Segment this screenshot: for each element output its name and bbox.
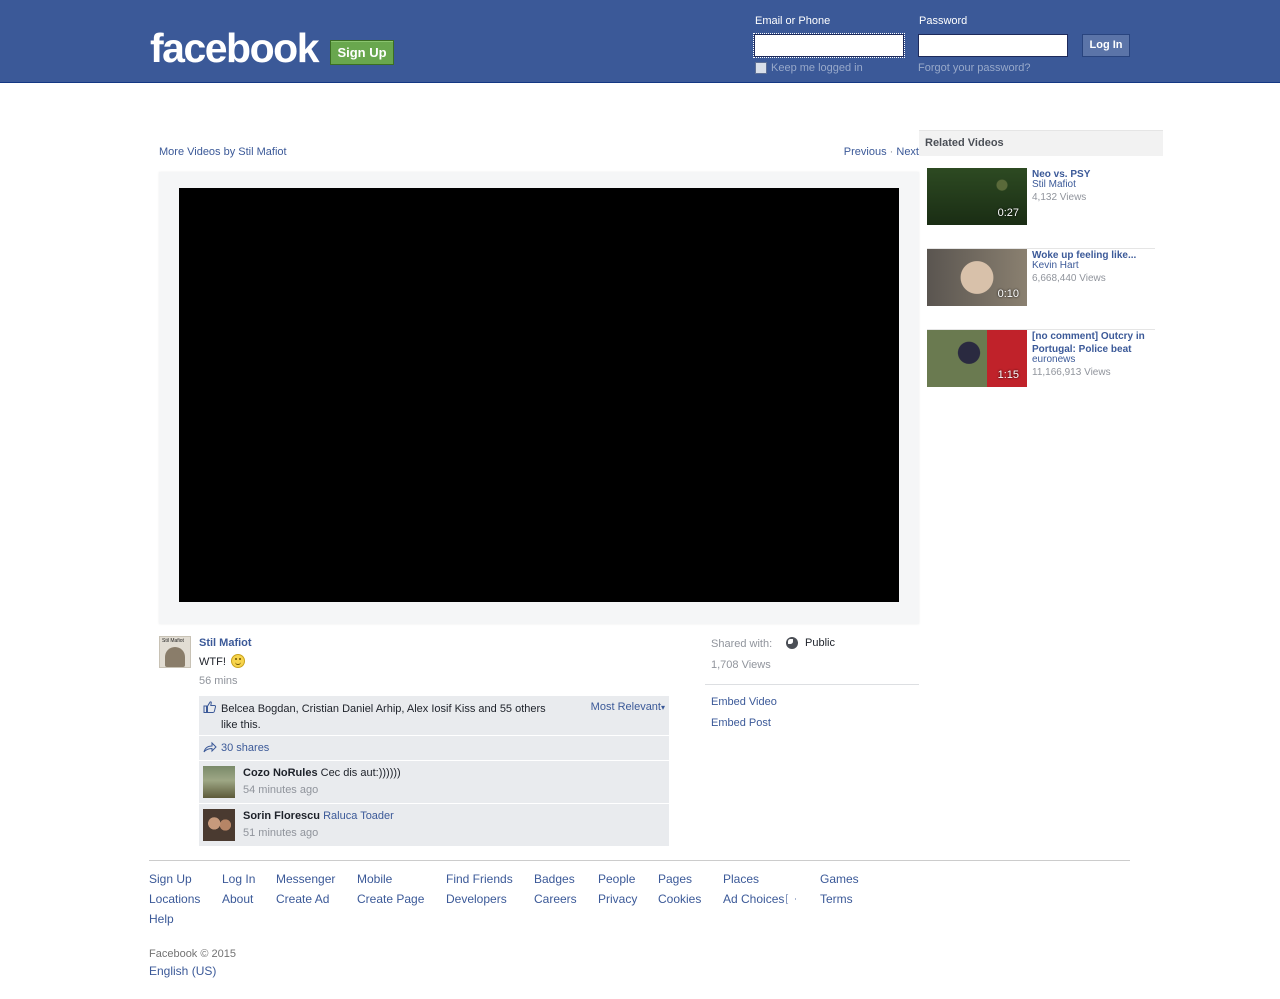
email-label: Email or Phone	[755, 15, 831, 27]
share-arrow-icon	[203, 741, 217, 753]
video-duration: 0:27	[997, 207, 1019, 219]
related-video-views: 4,132 Views	[1032, 192, 1087, 203]
post-author[interactable]: Stil Mafiot	[199, 637, 252, 649]
keep-logged-in-checkbox[interactable]	[755, 62, 767, 74]
video-duration: 1:15	[997, 369, 1019, 381]
post-text: WTF!	[199, 654, 245, 668]
footer-link-find-friends[interactable]: Find Friends	[446, 872, 513, 886]
language-link[interactable]: English (US)	[149, 964, 216, 978]
video-thumbnail[interactable]: 1:15	[927, 330, 1027, 387]
comment-text: Cec dis aut:))))))	[320, 767, 401, 779]
post-message: WTF!	[199, 656, 226, 668]
footer-link-careers[interactable]: Careers	[534, 892, 577, 906]
author-avatar[interactable]	[159, 636, 191, 668]
footer-link-locations[interactable]: Locations	[149, 892, 200, 906]
embed-post-link[interactable]: Embed Post	[711, 717, 771, 729]
email-input[interactable]	[753, 33, 905, 58]
footer-link-badges[interactable]: Badges	[534, 872, 575, 886]
footer-link-places[interactable]: Places	[723, 872, 759, 886]
footer-link-privacy[interactable]: Privacy	[598, 892, 637, 906]
footer-link-sign-up[interactable]: Sign Up	[149, 872, 192, 886]
shares-row: 30 shares	[199, 736, 669, 761]
footer-link-people[interactable]: People	[598, 872, 635, 886]
footer-link-about[interactable]: About	[222, 892, 253, 906]
related-video-item[interactable]: 1:15 [no comment] Outcry in Portugal: Po…	[927, 330, 1155, 411]
commenter-name[interactable]: Cozo NoRules	[243, 767, 318, 779]
keep-logged-in-label[interactable]: Keep me logged in	[771, 62, 863, 74]
more-videos-link[interactable]: More Videos by Stil Mafiot	[159, 146, 287, 158]
forgot-password-link[interactable]: Forgot your password?	[918, 62, 1031, 74]
footer-link-terms[interactable]: Terms	[820, 892, 853, 906]
video-duration: 0:10	[997, 288, 1019, 300]
shared-with-label: Shared with:	[711, 638, 773, 650]
commenter-avatar[interactable]	[203, 766, 235, 798]
top-bar: facebook Sign Up Email or Phone Password…	[0, 0, 1280, 83]
footer-link-create-ad[interactable]: Create Ad	[276, 892, 329, 906]
related-video-item[interactable]: 0:10 Woke up feeling like... Kevin Hart …	[927, 249, 1155, 330]
audience-label: Public	[805, 637, 835, 649]
embed-video-link[interactable]: Embed Video	[711, 696, 777, 708]
smiley-emoticon-icon	[230, 654, 245, 668]
related-video-author[interactable]: Kevin Hart	[1032, 260, 1079, 271]
footer-link-log-in[interactable]: Log In	[222, 872, 255, 886]
facebook-logo[interactable]: facebook	[150, 26, 320, 70]
related-video-views: 6,668,440 Views	[1032, 273, 1106, 284]
ad-choices-icon	[786, 894, 797, 904]
signup-button[interactable]: Sign Up	[330, 40, 394, 65]
footer-link-pages[interactable]: Pages	[658, 872, 692, 886]
post-timestamp[interactable]: 56 mins	[199, 675, 238, 687]
related-video-author[interactable]: Stil Mafiot	[1032, 179, 1076, 190]
commenter-avatar[interactable]	[203, 809, 235, 841]
previous-link[interactable]: Previous	[844, 146, 887, 158]
video-player[interactable]	[179, 188, 899, 602]
shares-link[interactable]: 30 shares	[221, 742, 269, 754]
next-link[interactable]: Next	[896, 146, 919, 158]
footer-link-messenger[interactable]: Messenger	[276, 872, 335, 886]
comment-timestamp[interactable]: 51 minutes ago	[243, 827, 318, 839]
footer-link-developers[interactable]: Developers	[446, 892, 507, 906]
password-input[interactable]	[918, 34, 1068, 57]
divider	[705, 684, 919, 685]
globe-icon	[786, 637, 798, 649]
footer-link-help[interactable]: Help	[149, 912, 174, 926]
feedback-panel: Belcea Bogdan, Cristian Daniel Arhip, Al…	[199, 696, 669, 847]
related-video-author[interactable]: euronews	[1032, 354, 1075, 365]
comment-sort-dropdown[interactable]: Most Relevant▾	[591, 701, 665, 713]
comment-body: Sorin Florescu Raluca Toader	[243, 810, 394, 822]
likes-row: Belcea Bogdan, Cristian Daniel Arhip, Al…	[199, 696, 669, 736]
tagged-user-link[interactable]: Raluca Toader	[323, 810, 394, 822]
commenter-name[interactable]: Sorin Florescu	[243, 810, 320, 822]
footer-divider	[149, 860, 1130, 861]
footer-link-cookies[interactable]: Cookies	[658, 892, 701, 906]
view-count: 1,708 Views	[711, 659, 771, 671]
likes-summary[interactable]: Belcea Bogdan, Cristian Daniel Arhip, Al…	[221, 701, 561, 733]
footer-link-games[interactable]: Games	[820, 872, 859, 886]
related-video-title[interactable]: [no comment] Outcry in Portugal: Police …	[1032, 330, 1152, 356]
related-videos-heading: Related Videos	[919, 130, 1163, 156]
thumbs-up-icon	[203, 701, 216, 713]
ad-choices-label: Ad Choices	[723, 892, 785, 906]
video-pagination: Previous · Next	[844, 146, 919, 158]
comment: Sorin Florescu Raluca Toader 51 minutes …	[199, 804, 669, 847]
caret-down-icon: ▾	[660, 703, 665, 712]
comment-timestamp[interactable]: 54 minutes ago	[243, 784, 318, 796]
footer-link-mobile[interactable]: Mobile	[357, 872, 392, 886]
comment-body: Cozo NoRules Cec dis aut:))))))	[243, 767, 401, 779]
login-button[interactable]: Log In	[1082, 34, 1130, 57]
video-thumbnail[interactable]: 0:10	[927, 249, 1027, 306]
video-player-frame	[159, 172, 919, 624]
pagination-separator: ·	[889, 146, 894, 158]
related-video-views: 11,166,913 Views	[1032, 367, 1111, 378]
video-thumbnail[interactable]: 0:27	[927, 168, 1027, 225]
comment-sort-label: Most Relevant	[590, 701, 661, 713]
footer-link-ad-choices[interactable]: Ad Choices	[723, 892, 797, 906]
password-label: Password	[919, 15, 968, 27]
related-video-item[interactable]: 0:27 Neo vs. PSY Stil Mafiot 4,132 Views	[927, 168, 1155, 249]
copyright: Facebook © 2015	[149, 948, 236, 960]
footer-link-create-page[interactable]: Create Page	[357, 892, 424, 906]
comment: Cozo NoRules Cec dis aut:)))))) 54 minut…	[199, 761, 669, 804]
